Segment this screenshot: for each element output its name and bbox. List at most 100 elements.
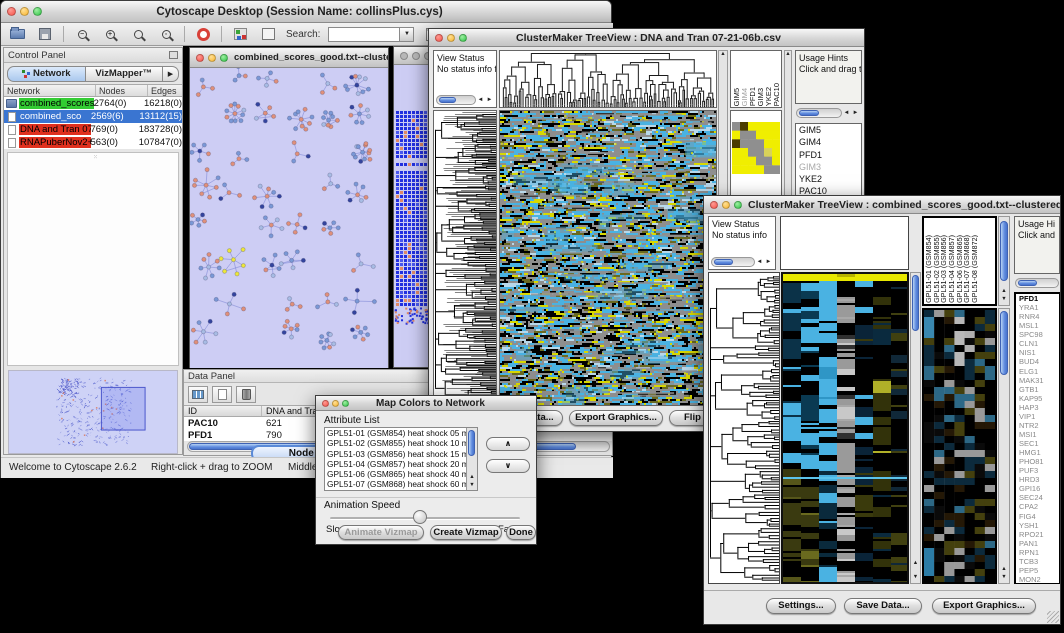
scrollbar-track[interactable] bbox=[1015, 278, 1059, 288]
gene-label[interactable]: RNR4 bbox=[1016, 312, 1059, 321]
gene-label[interactable]: GTB1 bbox=[1016, 385, 1059, 394]
gene-label[interactable]: PEP5 bbox=[1016, 566, 1059, 575]
select-attributes-button[interactable] bbox=[188, 386, 208, 403]
gene-label[interactable]: RPO21 bbox=[1016, 530, 1059, 539]
tv2-column-dendrogram-panel[interactable] bbox=[780, 216, 909, 270]
save-session-button[interactable] bbox=[35, 26, 55, 43]
move-up-button[interactable]: ∧ bbox=[486, 437, 530, 451]
scroll-up-icon[interactable]: ▲ bbox=[999, 566, 1009, 573]
column-label[interactable]: PAC10 bbox=[773, 83, 781, 106]
gene-label[interactable]: PUF3 bbox=[1016, 466, 1059, 475]
gene-label[interactable]: RPN1 bbox=[1016, 548, 1059, 557]
gene-label[interactable]: BUD4 bbox=[1016, 357, 1059, 366]
gene-label[interactable]: SPC98 bbox=[1016, 330, 1059, 339]
gene-label[interactable]: HRD3 bbox=[1016, 475, 1059, 484]
zoom-fit-button[interactable] bbox=[128, 26, 148, 43]
gene-label[interactable]: PHO81 bbox=[1016, 457, 1059, 466]
attribute-item[interactable]: GPL51-01 (GSM854) heat shock 05 min bbox=[325, 428, 466, 438]
scroll-up-icon[interactable]: ▲ bbox=[999, 288, 1009, 295]
scroll-down-icon[interactable]: ▼ bbox=[999, 296, 1009, 303]
tv1-matrix-thumbnail-canvas[interactable] bbox=[732, 122, 780, 174]
attribute-item[interactable]: GPL51-04 (GSM857) heat shock 20 min bbox=[325, 459, 466, 469]
zoom-button[interactable] bbox=[220, 54, 228, 62]
help-button[interactable] bbox=[193, 26, 213, 43]
tv2-usage-hscrollbar[interactable] bbox=[1015, 277, 1059, 289]
scroll-up-icon[interactable]: ▲ bbox=[719, 51, 727, 58]
close-button[interactable] bbox=[7, 7, 16, 16]
tv2-heatmap-vscrollbar[interactable]: ▲ ▼ bbox=[910, 272, 921, 584]
gene-label[interactable]: MAK31 bbox=[1016, 376, 1059, 385]
scroll-down-icon[interactable]: ▼ bbox=[999, 574, 1009, 581]
tv2-labels-vscrollbar[interactable]: ▲ ▼ bbox=[998, 216, 1010, 306]
col-edges[interactable]: Edges bbox=[148, 85, 182, 96]
gene-label[interactable]: NTR2 bbox=[1016, 421, 1059, 430]
tv2-status-hscrollbar[interactable]: ◄► bbox=[711, 256, 773, 268]
tv2-save-data-button[interactable]: Save Data... bbox=[844, 598, 922, 614]
column-label[interactable]: GPL51-08 (GSM872) bbox=[971, 235, 979, 303]
close-button[interactable] bbox=[435, 34, 443, 42]
attribute-item[interactable]: GPL51-06 (GSM865) heat shock 40 min bbox=[325, 469, 466, 479]
main-titlebar[interactable]: Cytoscape Desktop (Session Name: collins… bbox=[1, 1, 611, 23]
gene-label[interactable]: MSI1 bbox=[1016, 430, 1059, 439]
scroll-up-icon[interactable]: ▲ bbox=[911, 560, 920, 567]
gene-label[interactable]: SEC24 bbox=[1016, 493, 1059, 502]
scroll-right-icon[interactable]: ► bbox=[764, 257, 773, 267]
scrollbar-thumb[interactable] bbox=[1000, 311, 1008, 375]
minimize-button[interactable] bbox=[20, 7, 29, 16]
scroll-down-icon[interactable]: ▼ bbox=[467, 482, 477, 489]
delete-attribute-button[interactable] bbox=[236, 386, 256, 403]
zoom-in-button[interactable]: + bbox=[100, 26, 120, 43]
zoom-button[interactable] bbox=[33, 7, 42, 16]
gene-label[interactable]: VIP1 bbox=[1016, 412, 1059, 421]
gene-label[interactable]: PAN1 bbox=[1016, 539, 1059, 548]
tv2-settings-button[interactable]: Settings... bbox=[766, 598, 836, 614]
resize-grip[interactable] bbox=[1047, 611, 1059, 623]
gene-label[interactable]: ELG1 bbox=[1016, 367, 1059, 376]
zoom-out-button[interactable]: − bbox=[72, 26, 92, 43]
animation-slider-thumb[interactable] bbox=[413, 510, 427, 524]
network-table-row[interactable]: RNAPuberNov2+ 563(0) 107847(0) bbox=[4, 136, 182, 149]
animate-vizmap-button[interactable]: Animate Vizmap bbox=[338, 525, 424, 540]
row-label[interactable]: PFD1 bbox=[796, 149, 861, 161]
minimize-button[interactable] bbox=[332, 400, 339, 407]
tv2-zoom-vscrollbar[interactable]: ▲ ▼ bbox=[998, 308, 1010, 584]
gene-label[interactable]: YRA1 bbox=[1016, 303, 1059, 312]
scrollbar-thumb[interactable] bbox=[1018, 280, 1037, 286]
scrollbar-thumb[interactable] bbox=[912, 275, 919, 331]
scroll-right-icon[interactable]: ► bbox=[851, 108, 860, 118]
scroll-left-icon[interactable]: ◄ bbox=[755, 257, 764, 267]
gene-label[interactable]: MON2 bbox=[1016, 575, 1059, 584]
attribute-item[interactable]: GPL51-07 (GSM868) heat shock 60 min bbox=[325, 479, 466, 489]
gene-label[interactable]: NIS1 bbox=[1016, 348, 1059, 357]
gene-label[interactable]: HMG1 bbox=[1016, 448, 1059, 457]
gene-label[interactable]: KAP95 bbox=[1016, 394, 1059, 403]
attribute-item[interactable]: GPL51-03 (GSM856) heat shock 15 min bbox=[325, 449, 466, 459]
minimize-button[interactable] bbox=[722, 201, 730, 209]
tab-vizmapper[interactable]: VizMapper™ bbox=[86, 66, 164, 82]
treeview1-titlebar[interactable]: ClusterMaker TreeView : DNA and Tran 07-… bbox=[429, 29, 864, 47]
scroll-left-icon[interactable]: ◄ bbox=[842, 108, 851, 118]
search-input[interactable] bbox=[328, 27, 400, 42]
treeview2-titlebar[interactable]: ClusterMaker TreeView : combined_scores_… bbox=[704, 196, 1060, 214]
tv2-zoom-heatmap-canvas[interactable] bbox=[924, 310, 995, 582]
gene-label[interactable]: MSL1 bbox=[1016, 321, 1059, 330]
tv1-status-hscrollbar[interactable]: ◄► bbox=[436, 94, 494, 106]
attribute-item[interactable]: GPL51-02 (GSM855) heat shock 10 min bbox=[325, 438, 466, 448]
divider-handle[interactable]: ⁙ bbox=[93, 154, 98, 161]
tv2-heatmap-canvas[interactable] bbox=[783, 274, 907, 582]
tv1-row-dendrogram-canvas[interactable] bbox=[434, 111, 496, 405]
minimize-button[interactable] bbox=[208, 54, 216, 62]
row-label[interactable]: GIM5 bbox=[796, 124, 861, 136]
col-nodes[interactable]: Nodes bbox=[96, 85, 148, 96]
row-label[interactable]: GIM3 bbox=[796, 161, 861, 173]
zoom-button[interactable] bbox=[734, 201, 742, 209]
zoom-selected-button[interactable]: ▫ bbox=[156, 26, 176, 43]
scrollbar-thumb[interactable] bbox=[714, 259, 733, 265]
scrollbar-thumb[interactable] bbox=[439, 97, 456, 103]
move-down-button[interactable]: ∨ bbox=[486, 459, 530, 473]
network-view-canvas[interactable] bbox=[190, 68, 388, 368]
gene-label[interactable]: CLN1 bbox=[1016, 339, 1059, 348]
search-dropdown-button[interactable]: ▼ bbox=[400, 27, 414, 42]
gene-label[interactable]: PFD1 bbox=[1016, 294, 1059, 303]
dialog-titlebar[interactable]: Map Colors to Network bbox=[316, 396, 536, 411]
